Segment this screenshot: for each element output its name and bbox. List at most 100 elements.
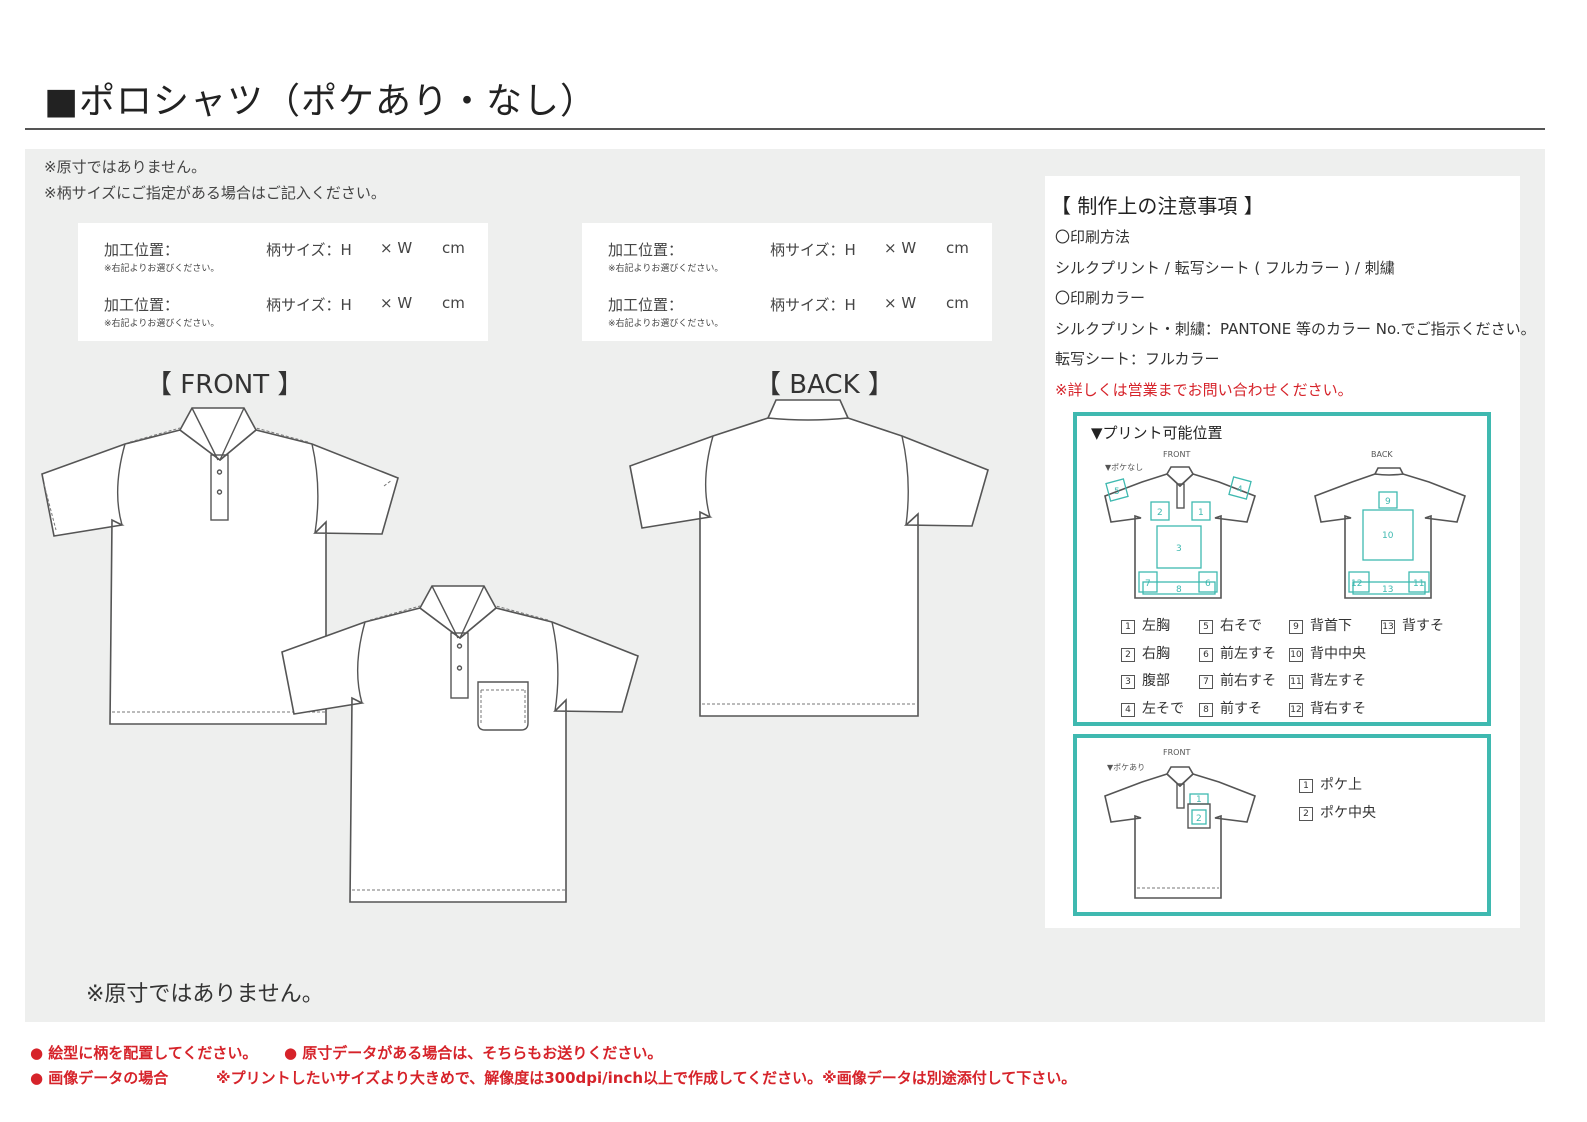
footer-send-original-note: ● 原寸データがある場合は、そちらもお送りください。 bbox=[284, 1044, 663, 1062]
times-label: × W bbox=[380, 294, 413, 312]
position-label: 右そで bbox=[1220, 618, 1262, 634]
unit-label: cm bbox=[442, 239, 465, 257]
unit-label: cm bbox=[946, 294, 969, 312]
svg-text:9: 9 bbox=[1385, 497, 1391, 507]
footer-image-data-label: ● 画像データの場合 bbox=[30, 1069, 169, 1087]
svg-text:2: 2 bbox=[1196, 814, 1202, 824]
position-num: 9 bbox=[1289, 620, 1303, 634]
mini-back-label: BACK bbox=[1371, 450, 1393, 459]
position-num: 1 bbox=[1299, 779, 1313, 793]
spec-row: 加工位置： ※右記よりお選びください。 柄サイズ：H × W cm bbox=[608, 239, 978, 279]
svg-text:8: 8 bbox=[1176, 585, 1182, 595]
position-item: 11 背左すそ bbox=[1289, 670, 1366, 690]
position-label: 背右すそ bbox=[1310, 701, 1366, 717]
footer-place-design-note: ● 絵型に柄を配置してください。 bbox=[30, 1044, 258, 1062]
position-sub: ※右記よりお選びください。 bbox=[104, 264, 220, 274]
times-label: × W bbox=[884, 239, 917, 257]
pocket-positions-box: FRONT ▼ポケあり 1 2 1 ポケ上 2 ポケ中央 bbox=[1073, 734, 1491, 916]
print-color-text-2: 転写シート：フルカラー bbox=[1055, 350, 1220, 368]
unit-label: cm bbox=[442, 294, 465, 312]
position-item: 6 前左すそ bbox=[1199, 643, 1276, 663]
position-num: 12 bbox=[1289, 703, 1303, 717]
position-item: 10 背中中央 bbox=[1289, 643, 1366, 663]
svg-text:10: 10 bbox=[1382, 531, 1394, 541]
mini-front-label: FRONT bbox=[1163, 450, 1191, 459]
position-num: 2 bbox=[1299, 807, 1313, 821]
position-item: 13 背すそ bbox=[1381, 615, 1444, 635]
position-label: ポケ中央 bbox=[1320, 805, 1376, 821]
position-label: 左胸 bbox=[1142, 618, 1170, 634]
size-label: 柄サイズ：H bbox=[266, 241, 352, 259]
position-num: 1 bbox=[1121, 620, 1135, 634]
position-num: 5 bbox=[1199, 620, 1213, 634]
note-size-instruction: ※柄サイズにご指定がある場合はご記入ください。 bbox=[44, 184, 386, 202]
position-label: 背中中央 bbox=[1310, 646, 1366, 662]
title-divider bbox=[25, 128, 1545, 130]
position-num: 8 bbox=[1199, 703, 1213, 717]
production-notes-card: 【 制作上の注意事項 】 〇印刷方法 シルクプリント / 転写シート ( フルカ… bbox=[1045, 176, 1536, 928]
position-label: 前右すそ bbox=[1220, 673, 1276, 689]
position-label: 背首下 bbox=[1310, 618, 1352, 634]
mini-front-diagram: 5 4 2 1 3 7 6 8 bbox=[1104, 466, 1256, 599]
position-item: 12 背右すそ bbox=[1289, 698, 1366, 718]
position-item: 8 前すそ bbox=[1199, 698, 1262, 718]
svg-text:7: 7 bbox=[1145, 579, 1151, 589]
back-shirt-drawing bbox=[629, 399, 989, 717]
position-item: 7 前右すそ bbox=[1199, 670, 1276, 690]
svg-text:13: 13 bbox=[1382, 585, 1393, 595]
size-label: 柄サイズ：H bbox=[770, 296, 856, 314]
size-label: 柄サイズ：H bbox=[266, 296, 352, 314]
spec-row: 加工位置： ※右記よりお選びください。 柄サイズ：H × W cm bbox=[608, 294, 978, 334]
front-view-label: 【 FRONT 】 bbox=[146, 370, 304, 400]
pocket-position-item: 1 ポケ上 bbox=[1299, 774, 1362, 794]
position-sub: ※右記よりお選びください。 bbox=[104, 319, 220, 329]
contact-note: ※詳しくは営業までお問い合わせください。 bbox=[1055, 381, 1353, 399]
print-positions-title: ▼プリント可能位置 bbox=[1091, 424, 1223, 442]
position-label: 加工位置： bbox=[104, 296, 180, 314]
position-label: 加工位置： bbox=[608, 241, 684, 259]
position-item: 1 左胸 bbox=[1121, 615, 1170, 635]
print-color-heading: 〇印刷カラー bbox=[1055, 289, 1146, 307]
print-method-text: シルクプリント / 転写シート ( フルカラー ) / 刺繍 bbox=[1055, 259, 1395, 277]
svg-text:6: 6 bbox=[1205, 579, 1211, 589]
position-label: 加工位置： bbox=[608, 296, 684, 314]
position-label: 前左すそ bbox=[1220, 646, 1276, 662]
spec-box-back: 加工位置： ※右記よりお選びください。 柄サイズ：H × W cm 加工位置： … bbox=[582, 223, 992, 341]
position-num: 3 bbox=[1121, 675, 1135, 689]
position-num: 2 bbox=[1121, 648, 1135, 662]
times-label: × W bbox=[884, 294, 917, 312]
svg-text:5: 5 bbox=[1114, 487, 1120, 497]
svg-text:2: 2 bbox=[1157, 508, 1163, 518]
position-label: 加工位置： bbox=[104, 241, 180, 259]
unit-label: cm bbox=[946, 239, 969, 257]
position-item: 9 背首下 bbox=[1289, 615, 1352, 635]
position-label: 左そで bbox=[1142, 701, 1184, 717]
note-not-actual-size: ※原寸ではありません。 bbox=[44, 158, 207, 176]
position-num: 6 bbox=[1199, 648, 1213, 662]
position-num: 10 bbox=[1289, 648, 1303, 662]
position-sub: ※右記よりお選びください。 bbox=[608, 319, 724, 329]
position-num: 13 bbox=[1381, 620, 1395, 634]
position-sub: ※右記よりお選びください。 bbox=[608, 264, 724, 274]
mini-back-diagram: 9 10 12 11 13 bbox=[1314, 467, 1466, 599]
print-color-text-1: シルクプリント・刺繍：PANTONE 等のカラー No.でご指示ください。 bbox=[1055, 320, 1536, 338]
front-shirt-with-pocket-drawing bbox=[281, 585, 639, 903]
position-num: 11 bbox=[1289, 675, 1303, 689]
mini-pocket-diagram: 1 2 bbox=[1104, 766, 1256, 899]
position-label: ポケ上 bbox=[1320, 777, 1362, 793]
bottom-not-actual-size-note: ※原寸ではありません。 bbox=[86, 982, 324, 1007]
svg-text:11: 11 bbox=[1413, 579, 1424, 589]
print-positions-box: ▼プリント可能位置 FRONT BACK ▼ポケなし 5 4 2 1 3 7 6… bbox=[1073, 412, 1491, 726]
mini-front-label: FRONT bbox=[1163, 748, 1191, 757]
times-label: × W bbox=[380, 239, 413, 257]
position-label: 前すそ bbox=[1220, 701, 1262, 717]
spec-box-front: 加工位置： ※右記よりお選びください。 柄サイズ：H × W cm 加工位置： … bbox=[78, 223, 488, 341]
position-item: 5 右そで bbox=[1199, 615, 1262, 635]
svg-text:3: 3 bbox=[1176, 544, 1182, 554]
position-num: 4 bbox=[1121, 703, 1135, 717]
size-label: 柄サイズ：H bbox=[770, 241, 856, 259]
position-item: 4 左そで bbox=[1121, 698, 1184, 718]
spec-row: 加工位置： ※右記よりお選びください。 柄サイズ：H × W cm bbox=[104, 294, 474, 334]
position-item: 3 腹部 bbox=[1121, 670, 1170, 690]
pocket-position-item: 2 ポケ中央 bbox=[1299, 802, 1376, 822]
